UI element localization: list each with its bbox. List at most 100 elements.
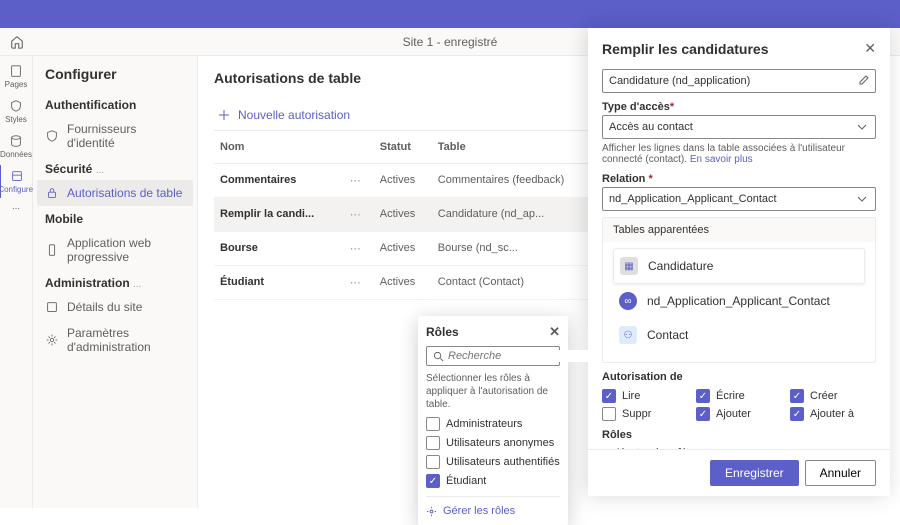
sidebar-item-label: Détails du site — [67, 300, 142, 314]
top-accent-bar — [0, 0, 900, 28]
rail-configure[interactable]: Configurer — [0, 165, 32, 198]
role-option[interactable]: Étudiant — [426, 474, 560, 488]
roles-popup: Rôles ✕ Sélectionner les rôles à appliqu… — [418, 316, 568, 525]
edit-permission-panel: Remplir les candidatures ✕ Type d'accès*… — [588, 28, 890, 496]
access-type-label: Type d'accès* — [602, 101, 876, 113]
sidebar-section-mobile: Mobile — [37, 206, 193, 230]
person-icon: ⚇ — [619, 326, 637, 344]
relation-select[interactable]: nd_Application_Applicant_Contact — [602, 187, 876, 211]
checkbox-icon[interactable] — [602, 389, 616, 403]
related-tables-title: Tables apparentées — [603, 218, 875, 242]
col-name[interactable]: Nom — [214, 131, 344, 164]
row-menu[interactable]: ⋯ — [344, 266, 374, 300]
save-button[interactable]: Enregistrer — [710, 460, 799, 486]
plus-icon — [218, 109, 230, 121]
col-table[interactable]: Table — [432, 131, 601, 164]
permissions-label: Autorisation de — [602, 371, 876, 383]
access-type-select[interactable]: Accès au contact — [602, 115, 876, 139]
checkbox-icon[interactable] — [426, 455, 440, 469]
edit-icon[interactable]: ... — [133, 279, 141, 290]
name-field[interactable] — [602, 69, 876, 93]
checkbox-icon[interactable] — [696, 389, 710, 403]
gear-icon — [426, 506, 437, 517]
checkbox-icon[interactable] — [790, 407, 804, 421]
sidebar-item-label: Paramètres d'administration — [67, 326, 185, 354]
related-item[interactable]: ▦Candidature — [613, 248, 865, 284]
lock-icon — [45, 186, 59, 200]
rail-pages[interactable]: Pages — [0, 60, 33, 93]
rail-more[interactable]: ⋯ — [0, 200, 33, 217]
settings-icon — [10, 169, 24, 183]
rail-label: Données — [0, 150, 32, 159]
close-icon[interactable]: ✕ — [549, 324, 560, 340]
role-option[interactable]: Administrateurs — [426, 417, 560, 431]
sq-icon: ▦ — [620, 257, 638, 275]
related-tables-box: Tables apparentées ▦Candidature∞nd_Appli… — [602, 217, 876, 363]
roles-popup-title: Rôles — [426, 325, 459, 339]
row-menu[interactable]: ⋯ — [344, 232, 374, 266]
row-menu[interactable]: ⋯ — [344, 164, 374, 198]
checkbox-icon[interactable] — [426, 474, 440, 488]
sidebar: Configurer Authentification Fournisseurs… — [33, 56, 198, 508]
rail-label: Styles — [5, 115, 27, 124]
phone-icon — [45, 243, 59, 257]
sidebar-item-site-details[interactable]: Détails du site — [37, 294, 193, 320]
sidebar-section-auth: Authentification — [37, 92, 193, 116]
manage-roles-link[interactable]: Gérer les rôles — [426, 496, 560, 517]
perm-checkbox-ajouter[interactable]: Ajouter — [696, 407, 782, 421]
rail-label: Pages — [5, 80, 28, 89]
row-menu[interactable]: ⋯ — [344, 198, 374, 232]
role-option[interactable]: Utilisateurs authentifiés — [426, 455, 560, 469]
sidebar-section-security: Sécurité ... — [37, 156, 193, 180]
learn-more-link[interactable]: En savoir plus — [690, 154, 753, 165]
roles-label: Rôles — [602, 429, 876, 441]
sidebar-item-label: Fournisseurs d'identité — [67, 122, 185, 150]
roles-popup-hint: Sélectionner les rôles à appliquer à l'a… — [426, 372, 560, 411]
perm-checkbox-suppr[interactable]: Suppr — [602, 407, 688, 421]
sidebar-item-table-permissions[interactable]: Autorisations de table — [37, 180, 193, 206]
sidebar-item-identity-providers[interactable]: Fournisseurs d'identité — [37, 116, 193, 156]
ellipsis-icon: ⋯ — [12, 204, 20, 213]
appbar-title: Site 1 - enregistré — [403, 35, 498, 49]
checkbox-icon[interactable] — [790, 389, 804, 403]
perm-checkbox-créer[interactable]: Créer — [790, 389, 876, 403]
sidebar-item-admin-settings[interactable]: Paramètres d'administration — [37, 320, 193, 360]
checkbox-icon[interactable] — [696, 407, 710, 421]
panel-title: Remplir les candidatures — [602, 41, 769, 57]
related-item[interactable]: ⚇Contact — [613, 318, 865, 352]
shield-icon — [45, 129, 59, 143]
rail-label: Configurer — [0, 185, 36, 194]
roles-search-input[interactable] — [448, 350, 591, 362]
edit-icon[interactable] — [858, 74, 870, 86]
search-icon — [433, 351, 444, 362]
sidebar-item-label: Autorisations de table — [67, 186, 182, 200]
cancel-button[interactable]: Annuler — [805, 460, 876, 486]
relation-label: Relation * — [602, 173, 876, 185]
related-item[interactable]: ∞nd_Application_Applicant_Contact — [613, 284, 865, 318]
page-icon — [9, 64, 23, 78]
rail-nav: Pages Styles Données Configurer ⋯ — [0, 56, 33, 508]
shield-icon — [9, 99, 23, 113]
col-status[interactable]: Statut — [374, 131, 432, 164]
sidebar-item-label: Application web progressive — [67, 236, 185, 264]
database-icon — [9, 134, 23, 148]
link-icon: ∞ — [619, 292, 637, 310]
perm-checkbox-lire[interactable]: Lire — [602, 389, 688, 403]
checkbox-icon[interactable] — [426, 417, 440, 431]
rail-styles[interactable]: Styles — [0, 95, 33, 128]
sidebar-section-admin: Administration ... — [37, 270, 193, 294]
home-button[interactable] — [0, 28, 33, 56]
perm-checkbox-ajouter à[interactable]: Ajouter à — [790, 407, 876, 421]
close-icon[interactable]: ✕ — [864, 40, 876, 57]
checkbox-icon[interactable] — [602, 407, 616, 421]
edit-icon[interactable]: ... — [96, 165, 104, 176]
sidebar-title: Configurer — [37, 66, 193, 92]
checkbox-icon[interactable] — [426, 436, 440, 450]
home-icon — [10, 35, 24, 49]
rail-data[interactable]: Données — [0, 130, 33, 163]
perm-checkbox-écrire[interactable]: Écrire — [696, 389, 782, 403]
sidebar-item-pwa[interactable]: Application web progressive — [37, 230, 193, 270]
role-option[interactable]: Utilisateurs anonymes — [426, 436, 560, 450]
gear-icon — [45, 333, 59, 347]
roles-search[interactable] — [426, 346, 560, 366]
